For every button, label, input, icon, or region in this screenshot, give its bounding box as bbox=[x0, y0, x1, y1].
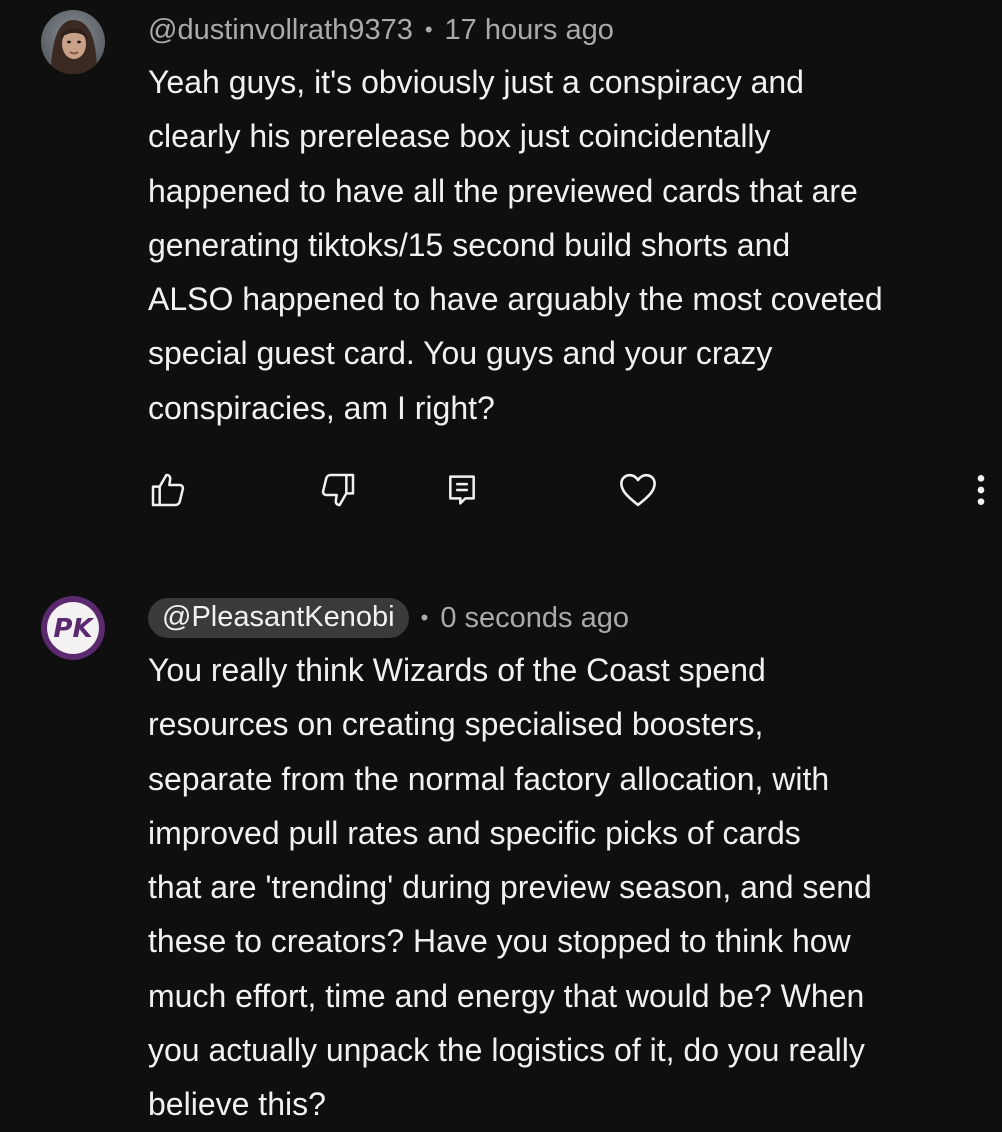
comment-line: that are 'trending' during preview seaso… bbox=[148, 869, 872, 906]
svg-text:PK: PK bbox=[53, 614, 94, 644]
avatar-dustinvollrath[interactable] bbox=[41, 10, 105, 74]
comment-timestamp[interactable]: 0 seconds ago bbox=[440, 602, 629, 635]
comment-actions bbox=[0, 468, 1002, 512]
comment-body: You really think Wizards of the Coast sp… bbox=[148, 643, 988, 1132]
more-options-button[interactable] bbox=[966, 468, 996, 512]
comment-timestamp[interactable]: 17 hours ago bbox=[445, 14, 614, 47]
thumbs-up-icon bbox=[151, 473, 185, 507]
comment-author-pill[interactable]: @PleasantKenobi bbox=[148, 598, 409, 638]
comment-line: much effort, time and energy that would … bbox=[148, 977, 865, 1014]
comment-line: improved pull rates and specific picks o… bbox=[148, 814, 801, 851]
heart-button[interactable] bbox=[616, 468, 660, 512]
comment-line: resources on creating specialised booste… bbox=[148, 706, 764, 743]
heart-icon bbox=[620, 473, 656, 507]
meta-separator: • bbox=[424, 17, 433, 42]
comment-header: @dustinvollrath9373 • 17 hours ago bbox=[148, 10, 614, 50]
comment-line: these to creators? Have you stopped to t… bbox=[148, 923, 851, 960]
comment-line: special guest card. You guys and your cr… bbox=[148, 335, 773, 372]
thumbs-down-icon bbox=[321, 473, 355, 507]
comment-line: clearly his prerelease box just coincide… bbox=[148, 118, 771, 155]
pk-logo-icon: PK bbox=[41, 596, 105, 660]
meta-separator: • bbox=[420, 605, 429, 630]
avatar-pleasantkenobi[interactable]: PK bbox=[41, 596, 105, 660]
comment-line: Yeah guys, it's obviously just a conspir… bbox=[148, 64, 804, 100]
dislike-button[interactable] bbox=[316, 468, 360, 512]
reply-button[interactable] bbox=[440, 468, 484, 512]
more-vertical-icon bbox=[977, 475, 985, 505]
comment-line: You really think Wizards of the Coast sp… bbox=[148, 652, 766, 688]
comment-body: Yeah guys, it's obviously just a conspir… bbox=[148, 55, 988, 435]
comment-line: generating tiktoks/15 second build short… bbox=[148, 226, 791, 263]
comment-line: you actually unpack the logistics of it,… bbox=[148, 1032, 865, 1069]
comment-line: happened to have all the previewed cards… bbox=[148, 172, 858, 209]
avatar-photo-icon bbox=[41, 10, 105, 74]
comment-line: ALSO happened to have arguably the most … bbox=[148, 281, 883, 318]
comment-line: conspiracies, am I right? bbox=[148, 389, 495, 426]
like-button[interactable] bbox=[146, 468, 190, 512]
comment-header: @PleasantKenobi • 0 seconds ago bbox=[148, 598, 629, 638]
reply-icon bbox=[449, 475, 475, 505]
comment-author[interactable]: @dustinvollrath9373 bbox=[148, 14, 413, 47]
comment-line: separate from the normal factory allocat… bbox=[148, 760, 830, 797]
